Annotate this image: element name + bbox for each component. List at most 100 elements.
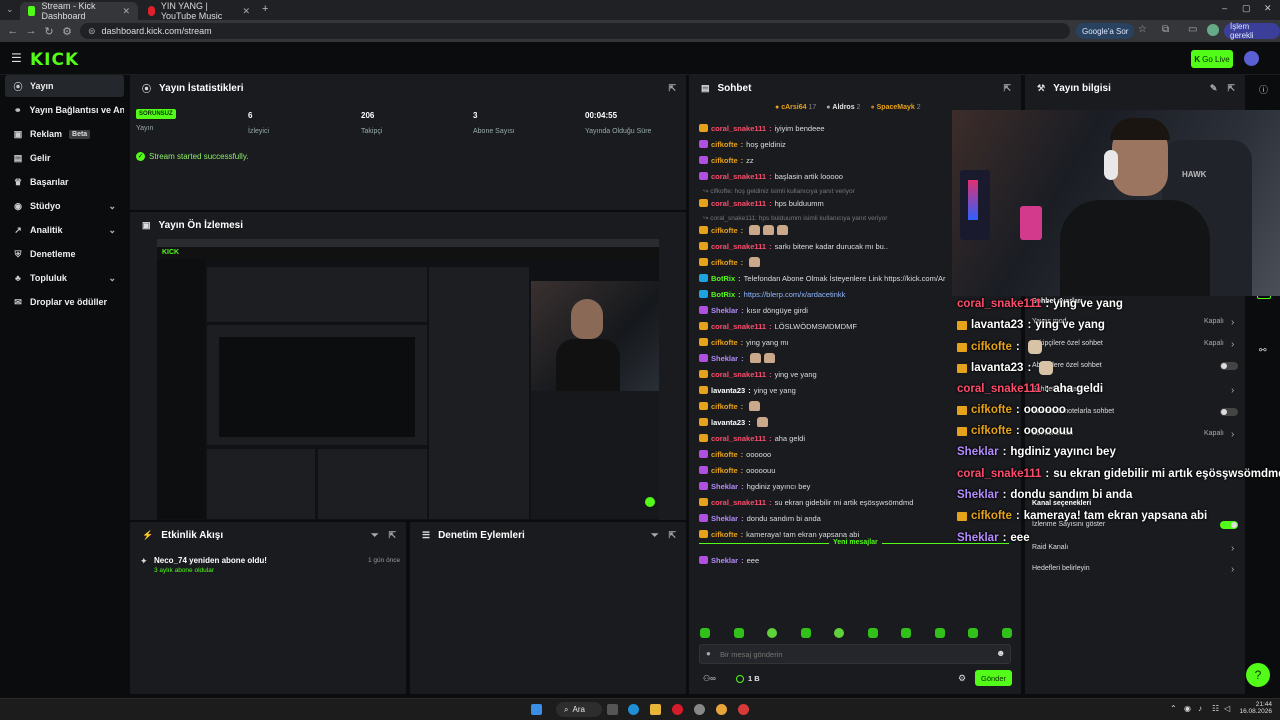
chat-message[interactable]: coral_snake111: hps bulduumm xyxy=(699,198,949,208)
chat-message[interactable]: Sheklar: dondu sandım bi anda xyxy=(699,513,949,523)
setting-value[interactable]: Kapalı xyxy=(1204,430,1224,437)
google-ask-pill[interactable]: Google'a Sor xyxy=(1076,23,1135,39)
emote-icon[interactable] xyxy=(934,628,945,638)
chat-username[interactable]: Sheklar xyxy=(711,514,738,523)
chat-username[interactable]: cifkofte xyxy=(711,156,738,165)
chat-message[interactable]: cifkofte: xyxy=(699,225,949,235)
windows-start-icon[interactable] xyxy=(531,704,542,715)
sidebar-item-yayin[interactable]: ⦿ Yayın xyxy=(5,75,124,97)
send-button[interactable]: Gönder xyxy=(975,670,1012,686)
mic-icon[interactable]: ♪ xyxy=(1198,704,1202,713)
emote-icon[interactable] xyxy=(1001,628,1012,638)
chat-username[interactable]: Sheklar xyxy=(711,354,738,363)
profile-avatar[interactable] xyxy=(1207,24,1219,36)
close-icon[interactable]: ✕ xyxy=(242,6,250,17)
chevron-right-icon[interactable]: › xyxy=(1231,543,1234,554)
chat-username[interactable]: coral_snake111 xyxy=(711,242,766,251)
chat-message[interactable]: Sheklar: hgdiniz yayıncı bey xyxy=(699,481,949,491)
emoji-icon[interactable]: ☻ xyxy=(996,648,1005,658)
emote-icon[interactable] xyxy=(834,628,845,638)
chat-message[interactable]: Sheklar: xyxy=(699,353,949,363)
chat-message[interactable]: cifkofte: ooooouu xyxy=(699,465,949,475)
emote-icon[interactable] xyxy=(867,628,878,638)
sidebar-item-droplar[interactable]: ✉ Droplar ve ödüller xyxy=(5,291,124,313)
chat-username[interactable]: coral_snake111 xyxy=(711,172,766,181)
chat-username[interactable]: cifkofte xyxy=(711,402,738,411)
chat-username[interactable]: coral_snake111 xyxy=(711,322,766,331)
window-close-icon[interactable]: ✕ xyxy=(1264,3,1272,14)
chat-message[interactable]: lavanta23: ying ve yang xyxy=(699,385,949,395)
extensions-icon[interactable]: ⧉ xyxy=(1162,24,1169,35)
emote-icon[interactable] xyxy=(700,628,710,638)
chat-message[interactable]: cifkofte: hoş geldiniz xyxy=(699,139,949,149)
chat-message[interactable]: coral_snake111: iyiyim bendeee xyxy=(699,123,949,133)
sidebar-toggle-icon[interactable]: ▭ xyxy=(1188,24,1197,35)
go-live-button[interactable]: K Go Live xyxy=(1191,50,1233,68)
settings-app-icon[interactable] xyxy=(694,704,705,715)
share-icon[interactable]: ⚯ xyxy=(1259,345,1267,356)
chat-message[interactable]: cifkofte: zz xyxy=(699,155,949,165)
chat-message[interactable]: coral_snake111: su ekran gidebilir mi art… xyxy=(699,497,949,507)
chat-message[interactable]: coral_snake111: sarkı bitene kadar duruca… xyxy=(699,241,949,251)
emote-icon[interactable] xyxy=(901,628,912,638)
chat-username[interactable]: cifkofte xyxy=(711,466,738,475)
chevron-right-icon[interactable]: › xyxy=(1231,429,1234,440)
close-icon[interactable]: ✕ xyxy=(122,6,130,17)
obs-icon[interactable] xyxy=(738,704,749,715)
chat-username[interactable]: coral_snake111 xyxy=(711,124,766,133)
sidebar-item-reklam[interactable]: ▣ Reklam Beta xyxy=(5,123,124,145)
info-icon[interactable]: ⓘ xyxy=(1259,83,1268,96)
emote-icon[interactable] xyxy=(968,628,979,638)
chevron-right-icon[interactable]: › xyxy=(1231,564,1234,575)
gifter[interactable]: ● cArsi64 17 xyxy=(775,104,816,111)
network-icon[interactable]: ☷ xyxy=(1212,704,1219,713)
kick-logo[interactable]: KICK xyxy=(30,50,79,70)
chat-username[interactable]: lavanta23 xyxy=(711,386,745,395)
action-required-pill[interactable]: İşlem gerekli xyxy=(1224,22,1280,40)
chat-username[interactable]: BotRix xyxy=(711,290,735,299)
chat-username[interactable]: coral_snake111 xyxy=(711,199,766,208)
chat-username[interactable]: cifkofte xyxy=(711,226,738,235)
chat-message[interactable]: cifkofte: xyxy=(699,257,949,267)
chevron-right-icon[interactable]: › xyxy=(1231,385,1234,396)
forward-icon[interactable]: → xyxy=(22,25,40,37)
taskbar-search[interactable]: ⌕ Ara xyxy=(556,702,602,717)
maximize-icon[interactable]: ▢ xyxy=(1242,3,1251,14)
chat-settings-icon[interactable]: ⚙ xyxy=(958,673,966,684)
clock[interactable]: 21:44 16.08.2026 xyxy=(1238,701,1272,715)
setting-toggle[interactable] xyxy=(1220,521,1238,529)
chat-message[interactable]: BotRix: https://blerp.com/x/ardacetinkk xyxy=(699,289,949,299)
reload-icon[interactable]: ↻ xyxy=(40,25,58,38)
filter-icon[interactable]: ⏷ xyxy=(651,530,658,541)
task-view-icon[interactable] xyxy=(607,704,618,715)
extension-icon[interactable]: ⚙ xyxy=(58,25,76,38)
chat-username[interactable]: cifkofte xyxy=(711,450,738,459)
setting-toggle[interactable] xyxy=(1220,362,1238,370)
volume-icon[interactable]: ◁ xyxy=(1224,704,1230,713)
chevron-right-icon[interactable]: › xyxy=(1231,317,1234,328)
edge-icon[interactable] xyxy=(628,704,639,715)
chat-input[interactable] xyxy=(720,647,990,661)
tab-search-icon[interactable]: ⌄ xyxy=(6,4,14,15)
emote-icon[interactable] xyxy=(767,628,778,638)
chat-message[interactable]: coral_snake111: aha geldi xyxy=(699,433,949,443)
chat-username[interactable]: cifkofte xyxy=(711,258,738,267)
sidebar-item-stream-key[interactable]: ⚭ Yayın Bağlantısı ve Anahtar xyxy=(5,99,124,121)
address-bar[interactable]: ⊜ dashboard.kick.com/stream xyxy=(80,23,1070,39)
filter-icon[interactable]: ⏷ xyxy=(371,530,378,541)
chat-username[interactable]: cifkofte xyxy=(711,338,738,347)
opera-icon[interactable] xyxy=(672,704,683,715)
sidebar-item-basarilar[interactable]: ♛ Başarılar xyxy=(5,171,124,193)
back-icon[interactable]: ← xyxy=(4,25,22,37)
site-info-icon[interactable]: ⊜ xyxy=(88,26,96,37)
chat-username[interactable]: coral_snake111 xyxy=(711,498,766,507)
sidebar-item-gelir[interactable]: ▤ Gelir xyxy=(5,147,124,169)
edit-icon[interactable]: ✎ xyxy=(1210,83,1218,94)
tray-app-icon[interactable]: ◉ xyxy=(1184,704,1191,713)
sidebar-item-topluluk[interactable]: ♣ Topluluk ⌄ xyxy=(5,267,124,289)
chat-message[interactable]: coral_snake111: ying ve yang xyxy=(699,369,949,379)
chat-username[interactable]: coral_snake111 xyxy=(711,370,766,379)
chat-message[interactable]: cifkofte: oooooo xyxy=(699,449,949,459)
tab-kick-dashboard[interactable]: Stream - Kick Dashboard ✕ xyxy=(20,1,138,21)
chat-username[interactable]: Sheklar xyxy=(711,306,738,315)
